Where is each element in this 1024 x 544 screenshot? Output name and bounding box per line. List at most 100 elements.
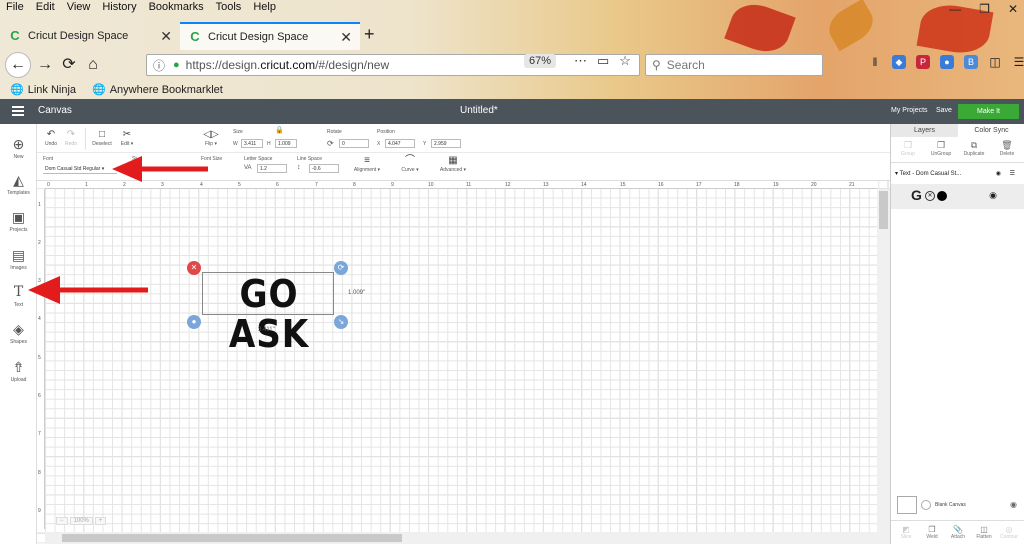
letter-space-input[interactable]: 1.2 bbox=[257, 164, 287, 173]
nav-projects[interactable]: ▣ Projects bbox=[0, 209, 37, 233]
attach-icon: 📎 bbox=[953, 525, 963, 534]
pocket-icon[interactable]: ▭ bbox=[597, 53, 609, 69]
back-icon[interactable]: ← bbox=[5, 52, 31, 78]
menu-bookmarks[interactable]: Bookmarks bbox=[143, 0, 210, 16]
restore-icon[interactable]: ❐ bbox=[979, 2, 990, 16]
drag-handle-icon[interactable]: ☰ bbox=[1010, 167, 1015, 181]
more-icon[interactable]: ⋯ bbox=[574, 53, 587, 69]
duplicate-button[interactable]: ⧉ Duplicate bbox=[958, 140, 990, 157]
y-input[interactable]: 2.959 bbox=[431, 139, 461, 148]
tab-cricut-2[interactable]: C Cricut Design Space ✕ bbox=[180, 22, 360, 50]
lock-handle-icon[interactable]: ● bbox=[187, 315, 201, 329]
extension-blue-icon[interactable]: ● bbox=[940, 55, 954, 69]
tab-layers[interactable]: Layers bbox=[891, 124, 958, 137]
vertical-scroll-thumb[interactable] bbox=[879, 191, 888, 229]
hamburger-menu-icon[interactable]: ☰ bbox=[1012, 55, 1024, 69]
menu-file[interactable]: File bbox=[0, 0, 30, 16]
chevron-down-icon[interactable]: ▾ bbox=[895, 171, 898, 177]
extension-b-icon[interactable]: B bbox=[964, 55, 978, 69]
slice-button[interactable]: ◩ Slice bbox=[894, 525, 918, 540]
make-it-button[interactable]: Make It bbox=[958, 104, 1019, 119]
bookmark-anywhere-bookmarklet[interactable]: 🌐 Anywhere Bookmarklet bbox=[92, 83, 223, 96]
tab-close-icon[interactable]: ✕ bbox=[160, 28, 172, 45]
eye-icon[interactable]: ◉ bbox=[989, 190, 997, 201]
design-canvas[interactable] bbox=[37, 181, 890, 544]
extension-icon[interactable]: ◆ bbox=[892, 55, 906, 69]
layer-group-header[interactable]: ▾ Text - Dom Casual St... ◉ ☰ bbox=[891, 167, 1024, 181]
nav-new[interactable]: ⊕ New bbox=[0, 136, 37, 160]
contour-button[interactable]: ◎ Contour bbox=[997, 525, 1021, 540]
blank-canvas-swatch[interactable] bbox=[897, 496, 917, 514]
zoom-in-button[interactable]: + bbox=[94, 517, 107, 525]
rotate-input[interactable]: 0 bbox=[339, 139, 369, 148]
redo-button[interactable]: ↷ Redo bbox=[63, 129, 79, 147]
eye-icon[interactable]: ◉ bbox=[996, 167, 1001, 181]
browser-tabs: C Cricut Design Space ✕ C Cricut Design … bbox=[0, 22, 1024, 50]
blank-canvas-row[interactable]: Blank Canvas ◉ bbox=[897, 496, 1019, 514]
curve-icon: ⌒ bbox=[405, 155, 415, 166]
color-swatch-icon[interactable] bbox=[937, 191, 947, 201]
hide-canvas-icon[interactable]: ◉ bbox=[1010, 500, 1017, 509]
tab-close-icon[interactable]: ✕ bbox=[340, 29, 352, 46]
x-input[interactable]: 4.047 bbox=[385, 139, 415, 148]
nav-images[interactable]: ▤ Images bbox=[0, 247, 37, 271]
resize-handle-icon[interactable]: ↘ bbox=[334, 315, 348, 329]
deselect-button[interactable]: □ Deselect bbox=[91, 129, 113, 147]
close-window-icon[interactable]: ✕ bbox=[1008, 2, 1018, 16]
horizontal-scroll-thumb[interactable] bbox=[62, 534, 402, 542]
font-select[interactable]: Dom Casual Std Regular ▾ bbox=[43, 165, 117, 174]
advanced-button[interactable]: ▦ Advanced ▾ bbox=[435, 155, 471, 173]
save-link[interactable]: Save bbox=[936, 107, 952, 114]
tab-cricut-1[interactable]: C Cricut Design Space ✕ bbox=[0, 22, 180, 50]
cut-operation-icon[interactable]: ✕ bbox=[925, 191, 935, 201]
new-tab-icon[interactable]: + bbox=[364, 24, 375, 45]
weld-button[interactable]: ❐ Weld bbox=[920, 525, 944, 540]
text-object-selection[interactable]: GO ASK bbox=[202, 272, 334, 354]
curve-button[interactable]: ⌒ Curve ▾ bbox=[397, 155, 423, 173]
sidebar-icon[interactable]: ◫ bbox=[988, 55, 1002, 69]
layer-item[interactable]: G ✕ ◉ bbox=[891, 184, 1024, 209]
undo-button[interactable]: ↶ Undo bbox=[43, 129, 59, 147]
vertical-scrollbar[interactable] bbox=[877, 189, 890, 544]
menu-help[interactable]: Help bbox=[247, 0, 282, 16]
zoom-out-button[interactable]: − bbox=[56, 517, 68, 525]
bookmark-star-icon[interactable]: ☆ bbox=[619, 53, 631, 69]
pinterest-icon[interactable]: P bbox=[916, 55, 930, 69]
minimize-icon[interactable]: — bbox=[949, 2, 961, 16]
ungroup-button[interactable]: ❐ UnGroup bbox=[925, 140, 957, 157]
flatten-button[interactable]: ◫ Flatten bbox=[972, 525, 996, 540]
my-projects-link[interactable]: My Projects bbox=[891, 107, 928, 114]
tab-color-sync[interactable]: Color Sync bbox=[958, 124, 1024, 137]
library-icon[interactable]: ‖ bbox=[868, 55, 882, 69]
forward-icon[interactable]: → bbox=[34, 55, 56, 75]
menu-history[interactable]: History bbox=[96, 0, 142, 16]
edit-button[interactable]: ✂ Edit ▾ bbox=[117, 129, 137, 147]
menu-view[interactable]: View bbox=[61, 0, 97, 16]
delete-button[interactable]: 🗑 Delete bbox=[991, 140, 1023, 157]
home-icon[interactable]: ⌂ bbox=[82, 55, 104, 75]
bookmark-link-ninja[interactable]: 🌐 Link Ninja bbox=[10, 83, 76, 96]
nav-shapes[interactable]: ◈ Shapes bbox=[0, 321, 37, 345]
menu-edit[interactable]: Edit bbox=[30, 0, 61, 16]
menu-tools[interactable]: Tools bbox=[210, 0, 248, 16]
nav-upload[interactable]: ⇮ Upload bbox=[0, 359, 37, 383]
attach-button[interactable]: 📎 Attach bbox=[946, 525, 970, 540]
search-bar[interactable]: ⚲ Search bbox=[645, 54, 823, 76]
reload-icon[interactable]: ⟳ bbox=[58, 55, 80, 75]
width-input[interactable]: 3.411 bbox=[241, 139, 263, 148]
info-icon[interactable]: ⓘ bbox=[153, 57, 165, 74]
zoom-level[interactable]: 67% bbox=[524, 54, 557, 68]
line-space-input[interactable]: -0.6 bbox=[309, 164, 339, 173]
alignment-button[interactable]: ≡ Alignment ▾ bbox=[349, 155, 385, 173]
group-button[interactable]: ❐ Group bbox=[892, 140, 924, 157]
flip-button[interactable]: ◁▷ Flip ▾ bbox=[201, 129, 221, 147]
canvas-color-icon[interactable] bbox=[921, 500, 931, 510]
canvas-text[interactable]: GO ASK bbox=[210, 274, 329, 354]
lock-ratio-icon[interactable]: 🔒 bbox=[275, 126, 284, 134]
hamburger-menu-icon[interactable] bbox=[12, 106, 24, 116]
nav-templates[interactable]: ◭ Templates bbox=[0, 172, 37, 196]
delete-handle-icon[interactable]: ✕ bbox=[187, 261, 201, 275]
height-input[interactable]: 1.009 bbox=[275, 139, 297, 148]
url-bar[interactable]: ⓘ ● https://design. cricut.com/#/design/n… bbox=[146, 54, 640, 76]
rotate-handle-icon[interactable]: ⟳ bbox=[334, 261, 348, 275]
